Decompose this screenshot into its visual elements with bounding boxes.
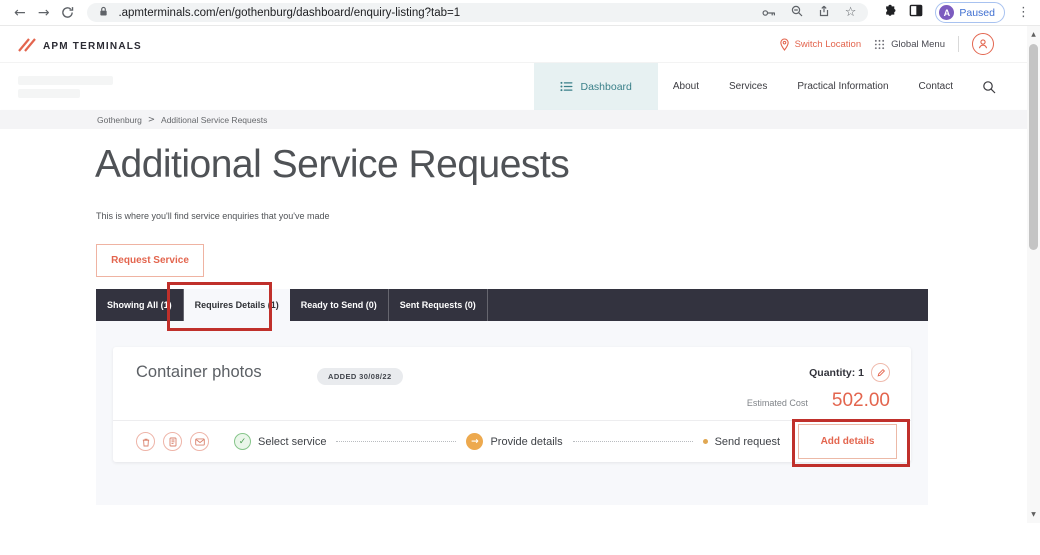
- step-send-request: Send request: [703, 436, 780, 448]
- estimated-cost-value: 502.00: [832, 390, 890, 412]
- global-menu-button[interactable]: Global Menu: [874, 39, 945, 50]
- page-scrollbar[interactable]: ▲ ▼: [1027, 26, 1040, 523]
- pencil-icon: [876, 368, 886, 378]
- browser-profile-button[interactable]: A Paused: [935, 2, 1005, 23]
- tab-ready-to-send[interactable]: Ready to Send (0): [290, 289, 389, 321]
- estimated-cost-label: Estimated Cost: [747, 398, 808, 408]
- location-pin-icon: [779, 38, 790, 51]
- mail-request-button[interactable]: [190, 432, 209, 451]
- nav-search-button[interactable]: [968, 63, 1010, 110]
- search-icon: [982, 80, 996, 94]
- reload-icon: [61, 6, 74, 19]
- breadcrumb-location[interactable]: Gothenburg: [97, 115, 142, 125]
- breadcrumb: Gothenburg > Additional Service Requests: [0, 110, 1040, 129]
- reload-button[interactable]: [58, 3, 78, 23]
- page-title: Additional Service Requests: [95, 143, 569, 187]
- grid-dots-icon: [874, 39, 885, 50]
- forward-button[interactable]: →: [34, 3, 54, 23]
- extensions-icon[interactable]: [884, 4, 897, 22]
- nav-item-contact[interactable]: Contact: [904, 63, 968, 110]
- profile-avatar: A: [939, 5, 954, 20]
- check-icon: ✓: [234, 433, 251, 450]
- step-connector: [573, 441, 693, 442]
- breadcrumb-separator: >: [148, 115, 155, 125]
- document-icon: [168, 437, 178, 447]
- side-panel-icon[interactable]: [909, 4, 923, 22]
- envelope-icon: [195, 438, 205, 446]
- bookmark-star-icon[interactable]: ☆: [845, 5, 857, 20]
- step-connector: [336, 441, 456, 442]
- lock-icon[interactable]: [99, 4, 108, 22]
- annotation-box-requires-details-tab: [167, 282, 272, 331]
- pending-dot-icon: [703, 439, 708, 444]
- switch-location-label: Switch Location: [795, 39, 862, 50]
- page-subtitle: This is where you'll find service enquir…: [96, 211, 330, 221]
- step-select-service: ✓ Select service: [234, 433, 326, 450]
- main-content: Additional Service Requests This is wher…: [0, 129, 1040, 555]
- share-icon[interactable]: [818, 4, 830, 22]
- nav-dashboard-label: Dashboard: [581, 81, 632, 93]
- logo-slashes-icon: [18, 37, 40, 52]
- site-navigation: Dashboard About Services Practical Infor…: [0, 63, 1040, 110]
- profile-status: Paused: [959, 7, 995, 19]
- scrollbar-thumb[interactable]: [1029, 44, 1038, 250]
- back-button[interactable]: ←: [10, 3, 30, 23]
- service-title: Container photos: [136, 363, 262, 382]
- trash-icon: [141, 437, 151, 447]
- quantity-value: 1: [858, 367, 864, 379]
- apm-terminals-logo[interactable]: APM TERMINALS: [18, 37, 142, 52]
- delete-request-button[interactable]: [136, 432, 155, 451]
- logo-text: APM TERMINALS: [43, 41, 142, 52]
- breadcrumb-current: Additional Service Requests: [161, 115, 267, 125]
- added-date-badge: ADDED 30/08/22: [317, 368, 403, 385]
- nav-item-about[interactable]: About: [658, 63, 714, 110]
- quantity-label: Quantity: 1: [809, 367, 864, 379]
- switch-location-button[interactable]: Switch Location: [779, 38, 862, 51]
- edit-quantity-button[interactable]: [871, 363, 890, 382]
- duplicate-request-button[interactable]: [163, 432, 182, 451]
- nav-item-dashboard[interactable]: Dashboard: [534, 63, 658, 110]
- nav-item-practical-information[interactable]: Practical Information: [782, 63, 903, 110]
- browser-menu-icon[interactable]: ⋮: [1017, 5, 1030, 20]
- annotation-box-add-details-button: [792, 419, 910, 467]
- arrow-right-icon: →: [466, 433, 483, 450]
- key-icon[interactable]: [762, 4, 776, 22]
- site-logo-watermark: [18, 76, 113, 98]
- address-bar[interactable]: .apmterminals.com/en/gothenburg/dashboar…: [87, 3, 868, 22]
- zoom-icon[interactable]: [791, 4, 803, 22]
- person-icon: [977, 38, 989, 50]
- site-header: APM TERMINALS Switch Location Global Men…: [0, 26, 1040, 63]
- step-provide-details: → Provide details: [466, 433, 562, 450]
- account-avatar-button[interactable]: [972, 33, 994, 55]
- global-menu-label: Global Menu: [891, 39, 945, 50]
- dashboard-list-icon: [560, 81, 573, 92]
- nav-item-services[interactable]: Services: [714, 63, 782, 110]
- browser-toolbar: ← → .apmterminals.com/en/gothenburg/dash…: [0, 0, 1040, 26]
- url-text: .apmterminals.com/en/gothenburg/dashboar…: [118, 7, 460, 19]
- request-service-button[interactable]: Request Service: [96, 244, 204, 277]
- header-divider: [958, 36, 959, 52]
- browser-window: ← → .apmterminals.com/en/gothenburg/dash…: [0, 0, 1040, 555]
- scrollbar-up-arrow[interactable]: ▲: [1027, 28, 1040, 41]
- tab-sent-requests[interactable]: Sent Requests (0): [389, 289, 488, 321]
- scrollbar-down-arrow[interactable]: ▼: [1027, 508, 1040, 521]
